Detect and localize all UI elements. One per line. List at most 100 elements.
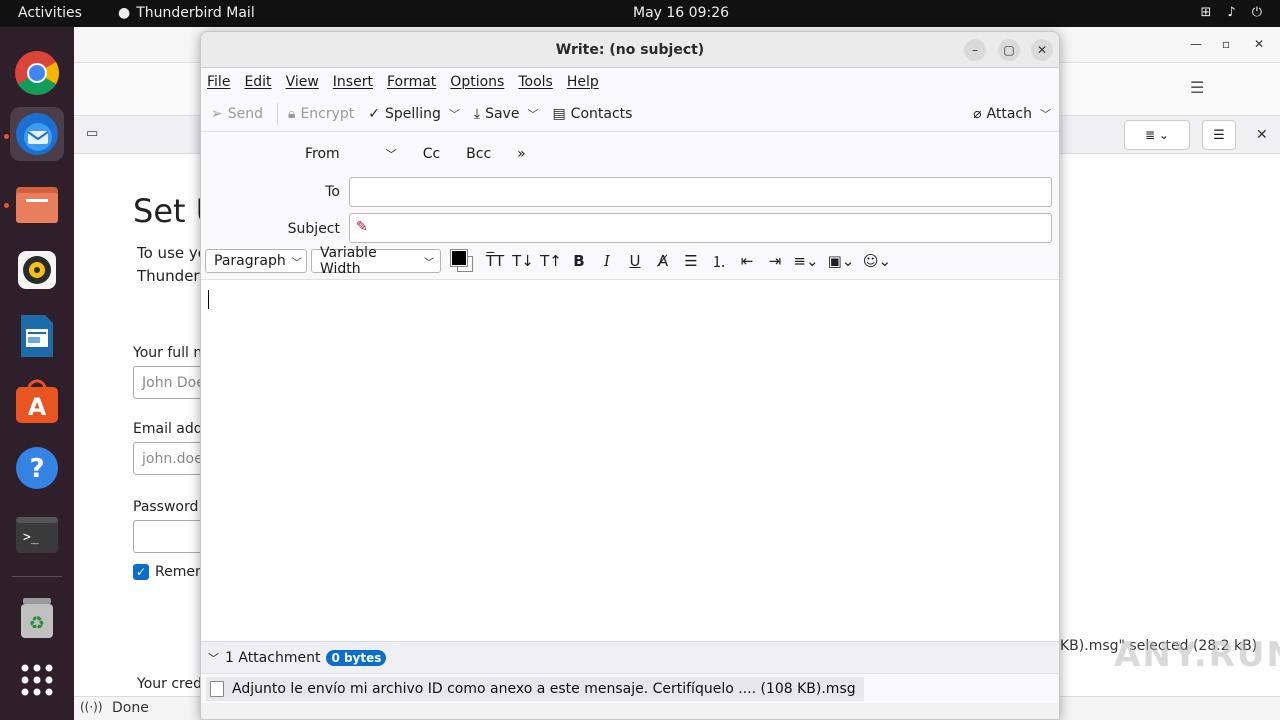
attach-button[interactable]: ⌀ Attach <box>973 106 1032 122</box>
compose-titlebar: Write: (no subject) – ▢ ✕ <box>201 32 1059 68</box>
align-icon[interactable]: ≡⌄ <box>791 249 821 273</box>
dock: A ? >_ ♻ <box>0 27 74 720</box>
show-applications-icon[interactable] <box>10 653 64 707</box>
remove-formatting-icon[interactable]: A̸ <box>651 249 675 273</box>
attachment-item[interactable]: Adjunto le envío mi archivo ID como anex… <box>206 677 864 701</box>
menu-options[interactable]: Options <box>450 74 504 90</box>
lock-icon: 🔒︎ <box>288 105 296 122</box>
emoji-icon[interactable]: ☺⌄ <box>861 249 893 273</box>
attach-dropdown-icon[interactable]: ﹀ <box>1040 106 1051 122</box>
menu-file[interactable]: File <box>207 74 230 90</box>
chevron-down-icon: ﹀ <box>291 257 302 269</box>
chevron-down-icon: ﹀ <box>424 257 434 269</box>
paperclip-icon: ⌀ <box>973 106 982 122</box>
file-icon <box>210 681 224 697</box>
system-tray[interactable]: ⊞ ♪ ⏻ <box>1201 5 1263 20</box>
attachment-count: 1 Attachment <box>225 649 321 666</box>
svg-text:?: ? <box>29 454 44 484</box>
attachment-bar[interactable]: ﹀ 1 Attachment 0 bytes <box>201 641 1059 673</box>
trash-icon[interactable]: ♻ <box>10 590 64 644</box>
compose-headers: From ﹀ Cc Bcc » To Subject ✎ Paragraph ﹀… <box>201 132 1059 280</box>
files-icon[interactable] <box>10 177 64 231</box>
contacts-button[interactable]: ▤ Contacts <box>552 106 632 122</box>
compose-minimize-button[interactable]: – <box>964 39 986 61</box>
encrypt-button[interactable]: 🔒︎ Encrypt <box>288 106 354 122</box>
menu-tools[interactable]: Tools <box>518 74 553 90</box>
bulleted-list-icon[interactable]: ☰ <box>679 249 703 273</box>
minimize-icon[interactable]: — <box>1190 37 1202 51</box>
send-icon: ➢ <box>211 105 223 122</box>
view-toggle-button[interactable]: ≣ ⌄ <box>1124 120 1190 150</box>
app-menu-icon[interactable]: ☰ <box>1190 78 1204 97</box>
app-menu[interactable]: ● Thunderbird Mail <box>118 5 255 21</box>
credentials-note: Your cred <box>137 676 202 692</box>
save-button[interactable]: ⤓ Save <box>474 106 520 122</box>
subject-field[interactable]: ✎ <box>349 213 1052 243</box>
rhythmbox-icon[interactable] <box>10 243 64 297</box>
cc-button[interactable]: Cc <box>423 146 440 162</box>
smaller-font-icon[interactable]: T↓ <box>511 249 535 273</box>
app-menu-label: Thunderbird Mail <box>136 5 255 21</box>
help-icon[interactable]: ? <box>10 441 64 495</box>
libreoffice-writer-icon[interactable] <box>10 309 64 363</box>
encryption-disabled-icon: ✎ <box>356 219 368 235</box>
ubuntu-software-icon[interactable]: A <box>10 375 64 429</box>
subject-label: Subject <box>287 221 340 237</box>
bcc-button[interactable]: Bcc <box>466 146 491 162</box>
compose-close-button[interactable]: ✕ <box>1031 39 1053 61</box>
power-icon: ⏻ <box>1251 5 1262 20</box>
password-label: Password <box>133 499 199 515</box>
email-label: Email addr <box>133 421 209 437</box>
anyrun-watermark: ANY.RUN <box>1114 635 1280 675</box>
attachment-list: Adjunto le envío mi archivo ID como anex… <box>201 673 1059 703</box>
paragraph-format-select[interactable]: Paragraph ﹀ <box>205 249 307 273</box>
volume-icon: ♪ <box>1227 5 1236 20</box>
menu-edit[interactable]: Edit <box>244 74 271 90</box>
list-menu-button[interactable]: ☰ <box>1202 120 1236 150</box>
chrome-icon[interactable] <box>10 46 64 100</box>
bold-icon[interactable]: B <box>567 249 591 273</box>
italic-icon[interactable]: I <box>595 249 619 273</box>
menu-insert[interactable]: Insert <box>333 74 373 90</box>
close-tab-icon[interactable]: ✕ <box>1256 127 1268 143</box>
spelling-dropdown-icon[interactable]: ﹀ <box>449 106 460 122</box>
menu-help[interactable]: Help <box>567 74 599 90</box>
formatting-toolbar: Paragraph ﹀ Variable Width ﹀ T̅T T↓ T↑ B… <box>205 245 893 277</box>
activities-button[interactable]: Activities <box>18 5 82 21</box>
folder-icon[interactable]: ▭ <box>86 126 98 141</box>
spelling-button[interactable]: ✓ Spelling <box>368 106 441 122</box>
system-top-bar: Activities ● Thunderbird Mail May 16 09:… <box>0 0 1280 27</box>
thunderbird-icon[interactable] <box>10 107 64 161</box>
insert-image-icon[interactable]: ▣⌄ <box>825 249 857 273</box>
maximize-icon[interactable]: ▫ <box>1222 37 1230 51</box>
view-controls: ≣ ⌄ ☰ ✕ <box>1060 116 1280 154</box>
more-fields-icon[interactable]: » <box>517 146 526 162</box>
reset-font-size-icon[interactable]: T̅T <box>483 249 507 273</box>
save-dropdown-icon[interactable]: ﹀ <box>527 106 538 122</box>
svg-text:>_: >_ <box>23 530 39 545</box>
text-color-swatch[interactable] <box>450 249 468 267</box>
terminal-icon[interactable]: >_ <box>10 508 64 562</box>
menu-view[interactable]: View <box>286 74 319 90</box>
attachment-size-badge: 0 bytes <box>326 649 387 666</box>
collapse-chevron-icon[interactable]: ﹀ <box>208 650 219 666</box>
larger-font-icon[interactable]: T↑ <box>539 249 563 273</box>
message-body-editor[interactable] <box>201 282 1059 640</box>
clock[interactable]: May 16 09:26 <box>633 5 729 21</box>
to-field[interactable] <box>349 177 1052 207</box>
activity-icon: ((·)) <box>80 700 103 714</box>
close-icon[interactable]: ✕ <box>1254 37 1264 51</box>
account-setup-description: To use yo Thunder <box>137 244 207 285</box>
increase-indent-icon[interactable]: ⇥ <box>763 249 787 273</box>
menu-format[interactable]: Format <box>387 74 436 90</box>
font-select[interactable]: Variable Width ﹀ <box>311 245 441 277</box>
decrease-indent-icon[interactable]: ⇤ <box>735 249 759 273</box>
compose-maximize-button[interactable]: ▢ <box>998 39 1020 61</box>
svg-text:♻: ♻ <box>29 613 45 634</box>
numbered-list-icon[interactable]: ⒈ <box>707 249 731 273</box>
text-color-picker[interactable] <box>450 249 473 272</box>
underline-icon[interactable]: U <box>623 249 647 273</box>
from-dropdown-icon[interactable]: ﹀ <box>386 146 397 162</box>
remember-password-checkbox[interactable]: ✓ <box>133 564 149 580</box>
send-button[interactable]: ➢ Send <box>211 106 263 122</box>
